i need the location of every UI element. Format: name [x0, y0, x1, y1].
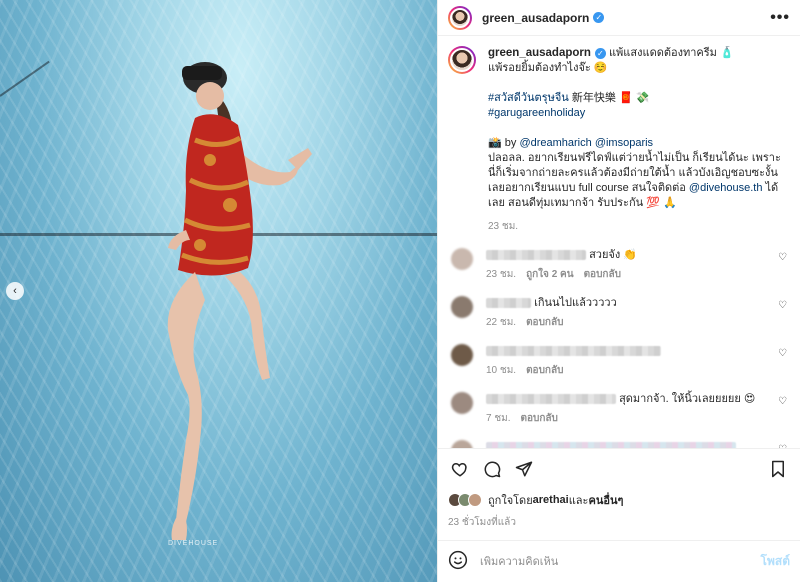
likes-others[interactable]: คนอื่นๆ: [588, 491, 623, 509]
commenter-avatar[interactable]: [451, 296, 473, 318]
caption-username[interactable]: green_ausadaporn: [488, 47, 591, 59]
comment-text: เกินนไปแล้ววววว: [534, 297, 617, 309]
caption-hashtag-suffix: 新年快樂 🧧 💸: [568, 92, 650, 104]
commenter-avatar[interactable]: [451, 440, 473, 448]
blurred-username[interactable]: [486, 250, 586, 261]
emoji-smiley-icon[interactable]: [448, 550, 468, 573]
previous-slide-button[interactable]: ‹: [6, 282, 24, 300]
likes-suffix: และ: [568, 495, 589, 507]
verified-badge-icon: ✓: [593, 12, 605, 23]
comment-like-heart-icon[interactable]: ♡: [778, 300, 788, 311]
comment-item: เกินนไปแล้ววววว 22 ชม. ตอบกลับ ♡: [448, 296, 788, 330]
comment-time: 23 ชม.: [486, 269, 517, 280]
chevron-left-icon: ‹: [13, 285, 17, 297]
reply-button[interactable]: ตอบกลับ: [526, 317, 563, 328]
caption-body: green_ausadaporn ✓ แพ้แสงแดดต้องทาครีม 🧴 …: [488, 46, 788, 234]
comment-text: สุดมากจ้า. ให้นิ้วเลยยยยย 😍: [619, 393, 756, 405]
post-caption: green_ausadaporn ✓ แพ้แสงแดดต้องทาครีม 🧴 …: [448, 46, 788, 234]
comment-time: 10 ชม.: [486, 365, 517, 376]
hashtag-link[interactable]: #สวัสดีวันตรุษจีน: [488, 92, 569, 104]
credit-prefix: 📸 by: [488, 137, 520, 149]
photo-watermark: DIVEHOUSE: [168, 540, 219, 547]
comment-like-heart-icon[interactable]: ♡: [778, 444, 788, 448]
comment-item: สวยจัง 👏 23 ชม. ถูกใจ 2 คน ตอบกลับ ♡: [448, 248, 788, 282]
liker-username[interactable]: arethai: [533, 494, 569, 506]
liker-avatar: [468, 493, 482, 507]
post-media[interactable]: DIVEHOUSE ‹: [0, 0, 437, 582]
comment-like-heart-icon[interactable]: ♡: [778, 252, 788, 263]
comment-like-heart-icon[interactable]: ♡: [778, 396, 788, 407]
caption-author-avatar[interactable]: [448, 46, 476, 74]
post-timestamp[interactable]: 23 ชั่วโมงที่แล้ว: [448, 515, 790, 530]
comment-item: ♡: [448, 440, 788, 448]
reply-button[interactable]: ตอบกลับ: [584, 269, 621, 280]
add-comment-bar: โพสต์: [438, 540, 800, 582]
comment-time: 7 ชม.: [486, 413, 511, 424]
comment-text: สวยจัง 👏: [589, 249, 637, 261]
caption-timestamp[interactable]: 23 ชม.: [488, 219, 788, 234]
diver-figure: [167, 62, 312, 540]
likes-summary[interactable]: ถูกใจโดย arethai และ คนอื่นๆ: [448, 491, 790, 509]
caption-line-2: แพ้รอยยิ้มต้องทำไงจ๊ะ ☺️: [488, 62, 608, 74]
post-actions: ถูกใจโดย arethai และ คนอื่นๆ 23 ชั่วโมงท…: [438, 448, 800, 530]
author-avatar[interactable]: [448, 5, 472, 30]
mention-link[interactable]: @imsoparis: [595, 137, 653, 149]
like-heart-icon[interactable]: [448, 457, 472, 481]
comment-time: 22 ชม.: [486, 317, 517, 328]
post-header: green_ausadaporn ✓ •••: [438, 0, 800, 36]
hashtag-link[interactable]: #garugareenholiday: [488, 107, 585, 119]
reply-button[interactable]: ตอบกลับ: [526, 365, 563, 376]
commenter-avatar[interactable]: [451, 344, 473, 366]
share-send-icon[interactable]: [512, 457, 536, 481]
comment-like-heart-icon[interactable]: ♡: [778, 348, 788, 359]
comments-scroll-area[interactable]: green_ausadaporn ✓ แพ้แสงแดดต้องทาครีม 🧴 …: [438, 36, 800, 448]
mention-link[interactable]: @dreamharich: [519, 137, 591, 149]
more-options-button[interactable]: •••: [770, 9, 790, 27]
likes-prefix: ถูกใจโดย: [488, 495, 533, 507]
blurred-username[interactable]: [486, 298, 531, 309]
comment-item: 10 ชม. ตอบกลับ ♡: [448, 344, 788, 378]
bookmark-icon[interactable]: [766, 457, 790, 481]
instagram-post: DIVEHOUSE ‹ green_ausadaporn ✓ ••• green…: [0, 0, 800, 582]
comment-bubble-icon[interactable]: [480, 457, 504, 481]
comment-item: สุดมากจ้า. ให้นิ้วเลยยยยย 😍 7 ชม. ตอบกลับ…: [448, 392, 788, 426]
commenter-avatar[interactable]: [451, 248, 473, 270]
post-photo: DIVEHOUSE: [0, 0, 437, 582]
comment-likes[interactable]: ถูกใจ 2 คน: [526, 269, 574, 280]
commenter-avatar[interactable]: [451, 392, 473, 414]
blurred-username[interactable]: [486, 394, 616, 405]
caption-line-1: แพ้แสงแดดต้องทาครีม 🧴: [608, 47, 734, 59]
reply-button[interactable]: ตอบกลับ: [521, 413, 558, 424]
comment-input[interactable]: [480, 555, 761, 568]
post-comment-button[interactable]: โพสต์: [761, 552, 790, 571]
blurred-comment: [486, 346, 661, 357]
post-details-panel: green_ausadaporn ✓ ••• green_ausadaporn ✓…: [437, 0, 800, 582]
blurred-comment: [486, 442, 736, 448]
author-username[interactable]: green_ausadaporn: [482, 11, 589, 25]
mention-link[interactable]: @divehouse.th: [689, 182, 763, 194]
verified-badge-icon: ✓: [594, 47, 606, 59]
